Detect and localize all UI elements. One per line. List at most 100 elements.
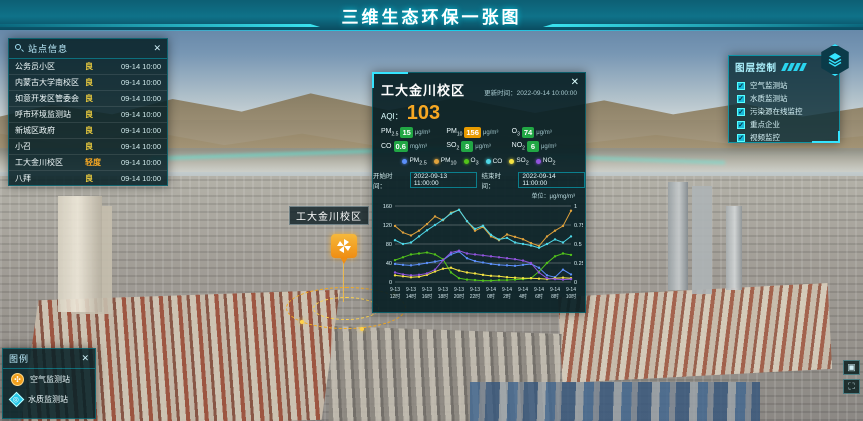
pollutant-unit: μg/m³ <box>541 144 556 150</box>
legend-label: SO2 <box>516 157 528 166</box>
station-list-panel: 站点信息 ✕ 公务员小区良09-14 10:00内蒙古大学南校区良09-14 1… <box>8 38 168 186</box>
search-icon[interactable] <box>15 44 24 53</box>
close-icon[interactable]: ✕ <box>153 44 161 53</box>
pollutant-unit: μg/m³ <box>475 144 490 150</box>
chart-legend-item[interactable]: NO2 <box>536 157 556 166</box>
chart-legend-item[interactable]: SO2 <box>509 157 528 166</box>
air-station-icon: ✣ <box>11 373 24 386</box>
stripe-decor <box>783 63 805 71</box>
start-time-input[interactable]: 2022-09-13 11:00:00 <box>410 172 477 188</box>
pollutant-name: NO2 <box>512 142 525 151</box>
map-marker-label[interactable]: 工大金川校区 <box>289 206 369 225</box>
pollutant-grid: PM2.515μg/m³PM10156μg/m³O374μg/m³CO0.6mg… <box>373 126 585 155</box>
layer-label: 水质监测站 <box>750 93 788 104</box>
end-time-input[interactable]: 2022-09-14 11:00:00 <box>518 172 585 188</box>
layer-toggle[interactable]: ✓ 水质监测站 <box>737 92 831 105</box>
station-row[interactable]: 如意开发区管委会良09-14 10:00 <box>9 91 167 107</box>
close-icon[interactable]: ✕ <box>81 354 89 363</box>
station-row[interactable]: 公务员小区良09-14 10:00 <box>9 59 167 75</box>
pollutant-item: O374μg/m³ <box>512 127 577 138</box>
pollutant-chart: 00400.25800.51200.7516019-1312时9-1314时9-… <box>373 200 585 317</box>
pollutant-item: PM2.515μg/m³ <box>381 127 446 138</box>
station-time: 09-14 10:00 <box>109 78 161 87</box>
header-decor-line-left <box>0 24 320 27</box>
svg-text:0.75: 0.75 <box>574 223 583 229</box>
svg-text:0.25: 0.25 <box>574 261 583 267</box>
legend-item-label: 空气监测站 <box>30 374 70 385</box>
svg-text:0: 0 <box>574 280 577 286</box>
checkbox-checked-icon[interactable]: ✓ <box>737 134 745 142</box>
pollutant-item: CO0.6mg/m³ <box>381 141 446 152</box>
station-name: 内蒙古大学南校区 <box>15 77 85 88</box>
chart-legend-item[interactable]: CO <box>486 157 503 166</box>
station-row[interactable]: 小召良09-14 10:00 <box>9 139 167 155</box>
svg-text:0: 0 <box>389 280 392 286</box>
aqi-label: AQI： <box>381 111 403 122</box>
layer-toggle[interactable]: ✓空气监测站 <box>737 79 831 92</box>
chart-legend-item[interactable]: PM2.5 <box>402 157 426 166</box>
station-row[interactable]: 呼市环境监测站良09-14 10:00 <box>9 107 167 123</box>
svg-text:9-1322时: 9-1322时 <box>470 287 481 300</box>
chart-legend-item[interactable]: PM10 <box>434 157 457 166</box>
station-grade: 良 <box>85 109 109 120</box>
station-list: 公务员小区良09-14 10:00内蒙古大学南校区良09-14 10:00如意开… <box>9 59 167 187</box>
air-station-marker-icon[interactable] <box>331 234 357 258</box>
legend-label: PM2.5 <box>409 157 426 166</box>
line-chart: 00400.25800.51200.7516019-1312时9-1314时9-… <box>377 200 583 312</box>
svg-text:9-1320时: 9-1320时 <box>454 287 465 300</box>
station-time: 09-14 10:00 <box>109 62 161 71</box>
svg-text:9-142时: 9-142时 <box>502 287 512 300</box>
pollutant-unit: μg/m³ <box>415 130 430 136</box>
svg-text:9-1410时: 9-1410时 <box>566 287 577 300</box>
checkbox-checked-icon[interactable]: ✓ <box>737 82 745 90</box>
svg-text:1: 1 <box>574 204 577 210</box>
station-time: 09-14 10:00 <box>109 142 161 151</box>
station-time: 09-14 10:00 <box>109 94 161 103</box>
layer-label: 视频监控 <box>750 132 780 143</box>
layer-toggle[interactable]: ✓ 视频监控 <box>737 131 831 144</box>
checkbox-checked-icon[interactable]: ✓ <box>737 108 745 116</box>
pollutant-value-badge: 8 <box>461 141 473 152</box>
svg-text:9-1314时: 9-1314时 <box>406 287 417 300</box>
station-row[interactable]: 内蒙古大学南校区良09-14 10:00 <box>9 75 167 91</box>
checkbox-checked-icon[interactable]: ✓ <box>737 95 745 103</box>
checkbox-checked-icon[interactable]: ✓ <box>737 121 745 129</box>
pollutant-value-badge: 0.6 <box>394 141 408 152</box>
station-time: 09-14 10:00 <box>109 110 161 119</box>
layer-toggle[interactable]: ✓污染源在线监控 <box>737 105 831 118</box>
pollutant-name: PM10 <box>446 128 462 137</box>
layer-toggle[interactable]: ✓重点企业 <box>737 118 831 131</box>
legend-label: NO2 <box>543 157 556 166</box>
station-grade: 轻度 <box>85 157 109 168</box>
legend-items: ✣空气监测站◎水质监测站 <box>3 369 95 409</box>
fullscreen-button[interactable]: ⛶ <box>843 379 860 394</box>
station-row[interactable]: 工大金川校区轻度09-14 10:00 <box>9 155 167 171</box>
legend-panel-header: 图例 ✕ <box>3 349 95 369</box>
svg-text:9-144时: 9-144时 <box>518 287 528 300</box>
svg-text:160: 160 <box>383 204 392 210</box>
station-name: 如意开发区管委会 <box>15 93 85 104</box>
minimap-button[interactable]: ▣ <box>843 360 860 375</box>
svg-text:9-1318时: 9-1318时 <box>438 287 449 300</box>
station-row[interactable]: 新城区政府良09-14 10:00 <box>9 123 167 139</box>
layer-list: ✓空气监测站✓水质监测站✓污染源在线监控✓重点企业✓视频监控 <box>729 76 839 147</box>
close-icon[interactable]: ✕ <box>571 77 579 88</box>
station-name: 工大金川校区 <box>15 157 85 168</box>
chart-legend: PM2.5 PM10 O3 CO SO2 NO2 <box>373 155 585 168</box>
layer-panel-title: 图层控制 <box>735 60 777 74</box>
update-time: 更新时间：2022-09-14 10:00:00 <box>465 87 577 97</box>
station-row[interactable]: 八拜良09-14 10:00 <box>9 171 167 187</box>
tower-building <box>726 206 742 290</box>
pollutant-unit: μg/m³ <box>536 130 551 136</box>
chart-legend-item[interactable]: O3 <box>464 157 479 166</box>
layers-glyph-icon <box>827 52 843 68</box>
ring-dot <box>360 327 364 331</box>
legend-dot-icon <box>486 159 491 164</box>
legend-dot-icon <box>509 159 514 164</box>
legend-label: CO <box>493 158 503 165</box>
page-title: 三维生态环保一张图 <box>342 3 522 28</box>
station-panel-header: 站点信息 ✕ <box>9 39 167 59</box>
legend-dot-icon <box>434 159 439 164</box>
aqi-row: AQI： 103 <box>373 101 585 126</box>
pollutant-name: CO <box>381 143 392 150</box>
